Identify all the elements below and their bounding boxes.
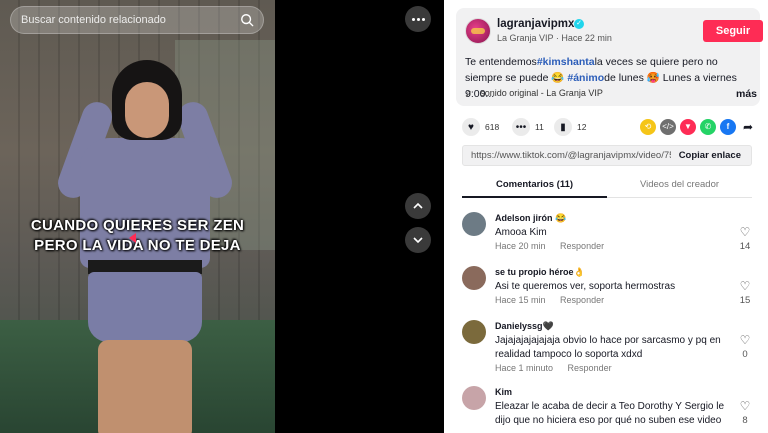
- details-panel: lagranjavipmx ✓ La Granja VIP · Hace 22 …: [444, 0, 768, 433]
- person-legs: [98, 340, 192, 433]
- commenter-avatar[interactable]: [462, 212, 486, 236]
- comment-text: Jajajajajajajaja obvio lo hace por sarca…: [495, 335, 721, 360]
- person-shorts: [88, 272, 202, 342]
- comment-like[interactable]: ♡ 14: [736, 226, 754, 252]
- previous-video-button[interactable]: [405, 193, 431, 219]
- comment-text: Eleazar le acaba de decir a Teo Dorothy …: [495, 401, 725, 426]
- whatsapp-icon[interactable]: ✆: [700, 119, 716, 135]
- creator-avatar[interactable]: [465, 18, 491, 44]
- person-face: [125, 82, 169, 138]
- comment-item: se tu propio héroe👌 Asi te queremos ver,…: [462, 266, 768, 316]
- comment-like[interactable]: ♡ 0: [736, 334, 754, 360]
- music-title[interactable]: sonido original - La Granja VIP: [480, 88, 603, 98]
- commenter-name[interactable]: Kim: [495, 387, 512, 397]
- copy-link-button[interactable]: Copiar enlace: [679, 150, 741, 161]
- more-options-button[interactable]: [405, 6, 431, 32]
- comment-icon[interactable]: •••: [512, 118, 530, 136]
- embed-icon[interactable]: </>: [660, 119, 676, 135]
- search-bar[interactable]: [10, 6, 264, 34]
- bookmark-icon[interactable]: ▮: [554, 118, 572, 136]
- creator-subinfo: La Granja VIP · Hace 22 min: [497, 33, 612, 43]
- tab-creator-videos[interactable]: Videos del creador: [607, 179, 752, 190]
- hashtag-kimshanta[interactable]: #kimshanta: [537, 56, 595, 68]
- creator-username[interactable]: lagranjavipmx: [497, 18, 574, 30]
- comment-like-count: 15: [739, 295, 751, 306]
- save-count: 12: [577, 122, 587, 132]
- tiktok-video-page: CUANDO QUIERES SER ZEN PERO LA VIDA NO T…: [0, 0, 768, 433]
- facebook-icon[interactable]: f: [720, 119, 736, 135]
- video-player[interactable]: CUANDO QUIERES SER ZEN PERO LA VIDA NO T…: [0, 0, 275, 433]
- heart-outline-icon[interactable]: ♡: [736, 400, 754, 412]
- comment-meta: Hace 15 min Responder: [495, 295, 604, 305]
- share-arrow-icon[interactable]: ➦: [740, 119, 756, 135]
- commenter-name[interactable]: Adelson jirón 😂: [495, 213, 566, 224]
- next-video-button[interactable]: [405, 227, 431, 253]
- commenter-avatar[interactable]: [462, 266, 486, 290]
- heart-outline-icon[interactable]: ♡: [736, 334, 754, 346]
- comment-like-count: 0: [742, 349, 748, 360]
- video-area: CUANDO QUIERES SER ZEN PERO LA VIDA NO T…: [0, 0, 444, 433]
- reply-button[interactable]: Responder: [568, 363, 612, 373]
- comment-like-count: 8: [742, 415, 748, 426]
- comment-like[interactable]: ♡ 8: [736, 400, 754, 426]
- comment-item: Adelson jirón 😂 Amooa Kim Hace 20 min Re…: [462, 212, 768, 262]
- chevron-up-icon: [413, 202, 423, 209]
- send-icon[interactable]: ▼: [680, 119, 696, 135]
- comment-like-count: 14: [739, 241, 751, 252]
- like-count: 618: [485, 122, 500, 132]
- comment-text: Asi te queremos ver, soporta hermostras: [495, 281, 676, 292]
- hashtag-animo[interactable]: #ánimo: [567, 72, 604, 84]
- chevron-down-icon: [413, 237, 423, 244]
- commenter-name[interactable]: se tu propio héroe👌: [495, 267, 585, 278]
- comment-like[interactable]: ♡ 15: [736, 280, 754, 306]
- video-url[interactable]: https://www.tiktok.com/@lagranjavipmx/vi…: [471, 150, 671, 161]
- comment-time: Hace 15 min: [495, 295, 546, 305]
- heart-outline-icon[interactable]: ♡: [736, 280, 754, 292]
- creator-source: La Granja VIP: [497, 33, 554, 43]
- post-info-card: lagranjavipmx ✓ La Granja VIP · Hace 22 …: [456, 8, 763, 106]
- comment-item: Kim Eleazar le acaba de decir a Teo Doro…: [462, 386, 768, 433]
- verified-badge-icon: ✓: [574, 19, 584, 29]
- comment-count: 11: [535, 122, 544, 132]
- follow-button[interactable]: Seguir: [703, 20, 763, 42]
- search-icon[interactable]: [240, 13, 254, 27]
- comment-meta: Hace 20 min Responder: [495, 241, 604, 251]
- copy-link-box: https://www.tiktok.com/@lagranjavipmx/vi…: [462, 145, 752, 166]
- search-input[interactable]: [21, 7, 221, 33]
- reply-button[interactable]: Responder: [560, 241, 604, 251]
- save-action[interactable]: ▮ 12: [554, 116, 586, 138]
- post-time: Hace 22 min: [561, 33, 612, 43]
- active-tab-indicator: [462, 196, 607, 198]
- music-info[interactable]: ♫ sonido original - La Granja VIP: [465, 88, 603, 98]
- playhead-marker[interactable]: [129, 233, 136, 243]
- video-caption-line1: CUANDO QUIERES SER ZEN: [30, 217, 245, 234]
- see-more-link[interactable]: más: [736, 86, 757, 102]
- music-note-icon: ♫: [465, 88, 472, 98]
- tab-comments[interactable]: Comentarios (11): [462, 179, 607, 190]
- comment-text: Amooa Kim: [495, 227, 547, 238]
- comment-time: Hace 1 minuto: [495, 363, 554, 373]
- commenter-name[interactable]: Danielyssg🖤: [495, 321, 554, 332]
- video-caption: CUANDO QUIERES SER ZEN PERO LA VIDA NO T…: [0, 216, 275, 256]
- comment-action[interactable]: ••• 11: [512, 116, 544, 138]
- more-dots-icon: [411, 17, 415, 21]
- reply-button[interactable]: Responder: [560, 295, 604, 305]
- commenter-avatar[interactable]: [462, 320, 486, 344]
- heart-icon[interactable]: ♥: [462, 118, 480, 136]
- desc-text-1: Te entendemos: [465, 56, 537, 68]
- video-caption-line2: PERO LA VIDA NO TE DEJA: [34, 237, 241, 254]
- comment-time: Hace 20 min: [495, 241, 546, 251]
- comment-item: Danielyssg🖤 Jajajajajajajaja obvio lo ha…: [462, 320, 768, 380]
- commenter-avatar[interactable]: [462, 386, 486, 410]
- repost-icon[interactable]: ⟲: [640, 119, 656, 135]
- heart-outline-icon[interactable]: ♡: [736, 226, 754, 238]
- comment-meta: Hace 1 minuto Responder: [495, 363, 612, 373]
- action-bar: ♥ 618 ••• 11 ▮ 12 ⟲ </> ▼ ✆ f ➦: [456, 116, 760, 138]
- like-action[interactable]: ♥ 618: [462, 116, 499, 138]
- panel-tabs: Comentarios (11) Videos del creador: [462, 176, 752, 198]
